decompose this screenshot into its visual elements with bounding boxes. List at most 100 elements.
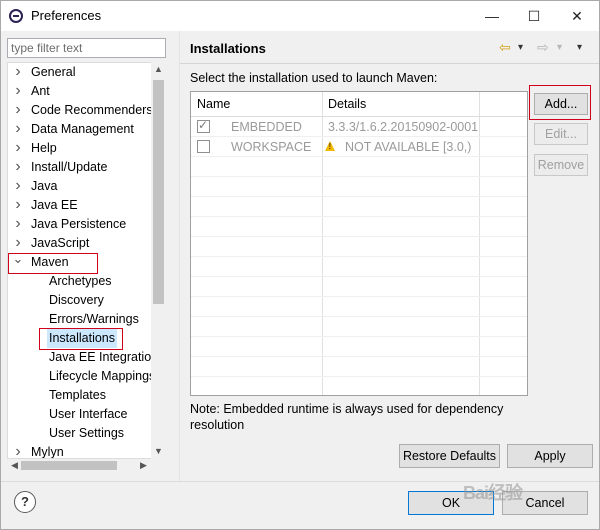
row-divider bbox=[191, 216, 527, 217]
tree-item[interactable]: Discovery bbox=[8, 291, 165, 310]
row-divider bbox=[191, 276, 527, 277]
help-icon[interactable]: ? bbox=[14, 491, 36, 513]
edit-button[interactable]: Edit... bbox=[534, 123, 588, 145]
forward-arrow-icon[interactable]: ⇨ bbox=[537, 39, 549, 56]
chevron-right-icon[interactable]: › bbox=[12, 214, 24, 233]
warning-icon bbox=[325, 141, 335, 151]
column-header-name[interactable]: Name bbox=[191, 92, 322, 116]
row-divider bbox=[191, 356, 527, 357]
tree-item-label: Archetypes bbox=[49, 274, 112, 288]
view-menu-icon[interactable]: ▾ bbox=[577, 42, 582, 53]
tree-item[interactable]: User Settings bbox=[8, 424, 165, 443]
close-button[interactable]: ✕ bbox=[556, 1, 598, 31]
tree-item-label: Templates bbox=[49, 388, 106, 402]
vertical-scroll-thumb[interactable] bbox=[153, 80, 164, 304]
tree-item-label: JavaScript bbox=[31, 236, 90, 250]
row-divider bbox=[191, 316, 527, 317]
embedded-details: 3.3.3/1.6.2.20150902-0001 bbox=[328, 120, 479, 134]
tree-horizontal-scrollbar[interactable]: ◀ ▶ bbox=[7, 459, 151, 472]
scroll-right-icon[interactable]: ▶ bbox=[136, 458, 151, 473]
forward-history-dropdown-icon[interactable]: ▾ bbox=[557, 42, 562, 53]
scroll-down-icon[interactable]: ▼ bbox=[151, 444, 166, 459]
tree-item[interactable]: Errors/Warnings bbox=[8, 310, 165, 329]
tree-item[interactable]: › Code Recommenders bbox=[8, 100, 165, 120]
chevron-right-icon[interactable]: › bbox=[12, 63, 24, 81]
tree-item-label: Java EE Integration bbox=[49, 350, 159, 364]
tree-item-label: Ant bbox=[31, 84, 50, 98]
tree-item-label: Java bbox=[31, 179, 58, 193]
tree-item-label: Java Persistence bbox=[31, 217, 127, 231]
row-divider bbox=[191, 176, 527, 177]
tree-item[interactable]: › Ant bbox=[8, 81, 165, 101]
pane-divider[interactable] bbox=[179, 31, 180, 481]
tree-item[interactable]: › Install/Update bbox=[8, 157, 165, 177]
tree-item[interactable]: › Java Persistence bbox=[8, 214, 165, 234]
chevron-right-icon[interactable]: › bbox=[12, 119, 24, 138]
tree-item[interactable]: › Java EE bbox=[8, 195, 165, 215]
tree-item[interactable]: › JavaScript bbox=[8, 234, 165, 253]
chevron-right-icon[interactable]: › bbox=[12, 157, 24, 176]
back-arrow-icon[interactable]: ⇦ bbox=[499, 39, 511, 56]
highlight-box-maven bbox=[8, 253, 98, 274]
eclipse-icon bbox=[9, 9, 23, 23]
tree-item[interactable]: › Java bbox=[8, 176, 165, 196]
page-title: Installations bbox=[190, 41, 266, 56]
highlight-box-installations bbox=[39, 328, 123, 350]
workspace-details: NOT AVAILABLE [3.0,) bbox=[345, 140, 472, 154]
column-header-details[interactable]: Details bbox=[322, 92, 482, 116]
embedded-name: EMBEDDED bbox=[231, 120, 302, 134]
scroll-up-icon[interactable]: ▲ bbox=[151, 62, 166, 77]
chevron-right-icon[interactable]: › bbox=[12, 195, 24, 214]
row-divider bbox=[191, 336, 527, 337]
tree-item-label: Help bbox=[31, 141, 57, 155]
back-history-dropdown-icon[interactable]: ▾ bbox=[518, 42, 523, 53]
tree-item-label: User Interface bbox=[49, 407, 128, 421]
scroll-left-icon[interactable]: ◀ bbox=[7, 458, 22, 473]
chevron-right-icon[interactable]: › bbox=[12, 138, 24, 157]
tree-item[interactable]: › Mylyn bbox=[8, 442, 165, 459]
tree-item-label: General bbox=[31, 65, 76, 79]
maximize-button[interactable]: ☐ bbox=[513, 1, 555, 31]
tree-item[interactable]: User Interface bbox=[8, 405, 165, 424]
row-divider bbox=[191, 296, 527, 297]
tree-item[interactable]: Templates bbox=[8, 386, 165, 405]
row-divider bbox=[191, 256, 527, 257]
tree-item-label: Code Recommenders bbox=[31, 103, 153, 117]
tree-item-label: Install/Update bbox=[31, 160, 108, 174]
tree-item[interactable]: › General bbox=[8, 63, 165, 82]
workspace-name: WORKSPACE bbox=[231, 140, 312, 154]
chevron-right-icon[interactable]: › bbox=[12, 100, 24, 119]
filter-input[interactable] bbox=[7, 38, 166, 58]
tree-item[interactable]: Java EE Integration bbox=[8, 348, 165, 367]
row-divider bbox=[191, 376, 527, 377]
column-divider bbox=[479, 92, 480, 395]
column-divider bbox=[322, 92, 323, 395]
watermark: Bai经验 bbox=[463, 483, 523, 503]
installations-description: Select the installation used to launch M… bbox=[190, 71, 438, 85]
installations-table[interactable]: Name Details EMBEDDED 3.3.3/1.6.2.201509… bbox=[190, 91, 528, 396]
chevron-right-icon[interactable]: › bbox=[12, 176, 24, 195]
tree-item[interactable]: › Data Management bbox=[8, 119, 165, 139]
remove-button[interactable]: Remove bbox=[534, 154, 588, 176]
tree-item[interactable]: Lifecycle Mappings bbox=[8, 367, 165, 386]
minimize-button[interactable]: — bbox=[471, 1, 513, 31]
chevron-right-icon[interactable]: › bbox=[12, 442, 24, 458]
row-divider bbox=[191, 236, 527, 237]
horizontal-scroll-thumb[interactable] bbox=[21, 461, 117, 470]
row-divider bbox=[191, 196, 527, 197]
restore-defaults-button[interactable]: Restore Defaults bbox=[399, 444, 500, 468]
chevron-right-icon[interactable]: › bbox=[12, 81, 24, 100]
tree-item-label: Errors/Warnings bbox=[49, 312, 139, 326]
header-separator bbox=[180, 63, 599, 64]
add-button[interactable]: Add... bbox=[534, 93, 588, 115]
tree-vertical-scrollbar[interactable]: ▲ ▼ bbox=[151, 62, 166, 459]
tree-item-label: User Settings bbox=[49, 426, 125, 440]
workspace-checkbox[interactable] bbox=[197, 140, 210, 153]
tree-item[interactable]: Archetypes bbox=[8, 272, 165, 291]
tree-item-label: Discovery bbox=[49, 293, 104, 307]
tree-item-label: Mylyn bbox=[31, 445, 64, 459]
apply-button[interactable]: Apply bbox=[507, 444, 593, 468]
tree-item[interactable]: › Help bbox=[8, 138, 165, 158]
embedded-checkbox[interactable] bbox=[197, 118, 210, 133]
embedded-runtime-note: Note: Embedded runtime is always used fo… bbox=[190, 402, 504, 432]
